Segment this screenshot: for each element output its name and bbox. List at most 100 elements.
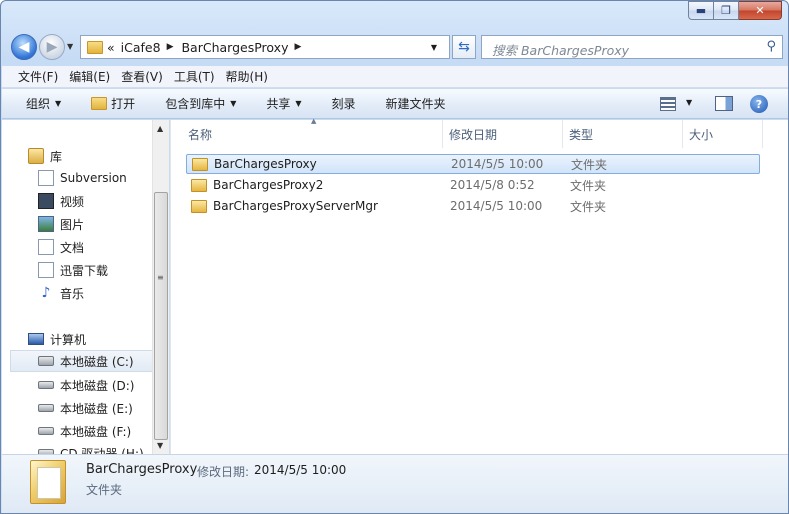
file-name: BarChargesProxyServerMgr — [213, 199, 378, 213]
include-label: 包含到库中 — [165, 97, 226, 111]
explorer-window: ▬ ❐ ✕ ◀ ▶ ▼ « iCafe8 ▶ BarChargesProxy ▶… — [0, 0, 789, 514]
nav-label: 视频 — [60, 194, 85, 209]
command-bar: 组织 ▼ 打开 包含到库中 ▼ 共享 ▼ 刻录 新建文件夹 ▼ ? — [2, 89, 788, 119]
chevron-down-icon: ▼ — [55, 99, 62, 108]
organize-button[interactable]: 组织 ▼ — [26, 95, 61, 112]
file-modified: 2014/5/5 10:00 — [451, 157, 544, 171]
nav-item-computer[interactable]: 计算机 — [28, 328, 153, 350]
column-header-name[interactable]: ▲ 名称 — [171, 117, 443, 148]
view-options-icon[interactable] — [660, 97, 676, 111]
hard-drive-icon — [38, 404, 54, 412]
address-dropdown-icon[interactable]: ▼ — [431, 43, 437, 52]
share-button[interactable]: 共享 ▼ — [266, 95, 301, 112]
details-name: BarChargesProxy — [86, 462, 198, 477]
nav-item-subversion[interactable]: Subversion — [38, 167, 153, 189]
nav-item-thunder-downloads[interactable]: 迅雷下载 — [38, 259, 153, 281]
menu-edit[interactable]: 编辑(E) — [69, 68, 110, 85]
file-name: BarChargesProxy — [214, 157, 317, 171]
column-header-size[interactable]: 大小 — [683, 120, 763, 148]
menu-help[interactable]: 帮助(H) — [226, 68, 268, 85]
caption-buttons: ▬ ❐ ✕ — [688, 1, 782, 20]
document-icon — [38, 170, 54, 186]
new-folder-label: 新建文件夹 — [385, 97, 446, 111]
search-icon[interactable]: ⚲ — [766, 39, 776, 54]
burn-button[interactable]: 刻录 — [332, 95, 356, 112]
video-icon — [38, 193, 54, 209]
include-in-library-button[interactable]: 包含到库中 ▼ — [165, 95, 236, 112]
folder-icon — [191, 178, 207, 192]
nav-label: 文档 — [60, 240, 85, 255]
details-pane: BarChargesProxy 修改日期: 2014/5/5 10:00 文件夹 — [2, 454, 788, 513]
organize-label: 组织 — [26, 97, 51, 111]
chevron-down-icon: ▼ — [230, 99, 237, 108]
preview-pane-icon[interactable] — [715, 96, 733, 111]
nav-item-pictures[interactable]: 图片 — [38, 213, 153, 235]
back-button[interactable]: ◀ — [11, 34, 37, 60]
folder-icon — [191, 199, 207, 213]
document-icon — [38, 239, 54, 255]
computer-icon — [28, 333, 44, 345]
menu-tools[interactable]: 工具(T) — [174, 68, 215, 85]
breadcrumb-separator-icon[interactable]: ▶ — [167, 42, 174, 52]
scroll-up-icon[interactable]: ▲ — [157, 124, 163, 133]
forward-button[interactable]: ▶ — [39, 34, 65, 60]
column-header-type[interactable]: 类型 — [563, 120, 683, 148]
new-folder-button[interactable]: 新建文件夹 — [386, 95, 446, 112]
menu-file[interactable]: 文件(F) — [18, 68, 58, 85]
search-input[interactable]: 搜索 BarChargesProxy ⚲ — [481, 35, 783, 59]
nav-label: 本地磁盘 (C:) — [60, 354, 134, 369]
nav-item-documents[interactable]: 文档 — [38, 236, 153, 258]
folder-icon — [87, 40, 103, 54]
folder-icon — [30, 460, 66, 504]
nav-label: 音乐 — [60, 286, 85, 301]
breadcrumb-barchargesproxy[interactable]: BarChargesProxy — [181, 40, 288, 55]
nav-label: 库 — [50, 149, 63, 164]
arrow-left-icon: ◀ — [18, 39, 30, 55]
open-button[interactable]: 打开 — [91, 95, 135, 112]
nav-label: 图片 — [60, 217, 85, 232]
nav-label: 本地磁盘 (E:) — [60, 401, 133, 416]
navigation-pane: 库 Subversion 视频 图片 文档 迅雷下载 ♪ 音乐 计算机 本地磁盘 … — [2, 120, 153, 454]
view-options-dropdown-icon[interactable]: ▼ — [686, 98, 692, 107]
nav-item-videos[interactable]: 视频 — [38, 190, 153, 212]
file-row[interactable]: BarChargesProxy 2014/5/5 10:00 文件夹 — [186, 154, 760, 174]
close-button[interactable]: ✕ — [739, 1, 782, 20]
scroll-thumb[interactable] — [154, 192, 168, 440]
help-icon[interactable]: ? — [750, 95, 768, 113]
file-type: 文件夹 — [570, 199, 607, 214]
refresh-icon: ⇆ — [458, 39, 470, 55]
address-bar[interactable]: « iCafe8 ▶ BarChargesProxy ▶ ▼ — [80, 35, 450, 59]
nav-item-cd-drive[interactable]: CD 驱动器 (H:) — [38, 442, 153, 454]
navigation-scrollbar[interactable]: ▲ ≡ ▼ — [152, 120, 169, 454]
nav-item-drive-c[interactable]: 本地磁盘 (C:) — [10, 350, 153, 372]
hard-drive-icon — [38, 427, 54, 435]
music-note-icon: ♪ — [41, 285, 51, 301]
maximize-button[interactable]: ❐ — [714, 1, 739, 20]
nav-item-drive-e[interactable]: 本地磁盘 (E:) — [38, 397, 153, 419]
burn-label: 刻录 — [331, 97, 356, 111]
breadcrumb-separator-icon[interactable]: ▶ — [294, 42, 301, 52]
hard-drive-icon — [38, 381, 54, 389]
column-header-modified[interactable]: 修改日期 — [443, 120, 563, 148]
breadcrumb-icafe8[interactable]: iCafe8 — [121, 40, 161, 55]
nav-item-drive-f[interactable]: 本地磁盘 (F:) — [38, 420, 153, 442]
file-row[interactable]: BarChargesProxyServerMgr 2014/5/5 10:00 … — [186, 196, 760, 216]
refresh-button[interactable]: ⇆ — [452, 35, 476, 59]
folder-icon — [192, 157, 208, 171]
nav-item-music[interactable]: ♪ 音乐 — [38, 282, 153, 304]
file-name: BarChargesProxy2 — [213, 178, 324, 192]
chevron-down-icon: ▼ — [295, 99, 302, 108]
nav-item-library[interactable]: 库 — [28, 145, 153, 167]
system-drive-icon — [38, 356, 54, 366]
nav-label: CD 驱动器 (H:) — [60, 446, 144, 455]
share-label: 共享 — [266, 97, 291, 111]
recent-pages-dropdown[interactable]: ▼ — [67, 42, 73, 51]
file-list-pane: ▲ 名称 修改日期 类型 大小 BarChargesProxy 2014/5/5… — [170, 117, 788, 454]
file-modified: 2014/5/8 0:52 — [450, 178, 535, 192]
nav-item-drive-d[interactable]: 本地磁盘 (D:) — [38, 374, 153, 396]
minimize-button[interactable]: ▬ — [688, 1, 714, 20]
address-overflow[interactable]: « — [107, 40, 115, 55]
scroll-down-icon[interactable]: ▼ — [157, 441, 163, 450]
file-row[interactable]: BarChargesProxy2 2014/5/8 0:52 文件夹 — [186, 175, 760, 195]
menu-view[interactable]: 查看(V) — [121, 68, 163, 85]
